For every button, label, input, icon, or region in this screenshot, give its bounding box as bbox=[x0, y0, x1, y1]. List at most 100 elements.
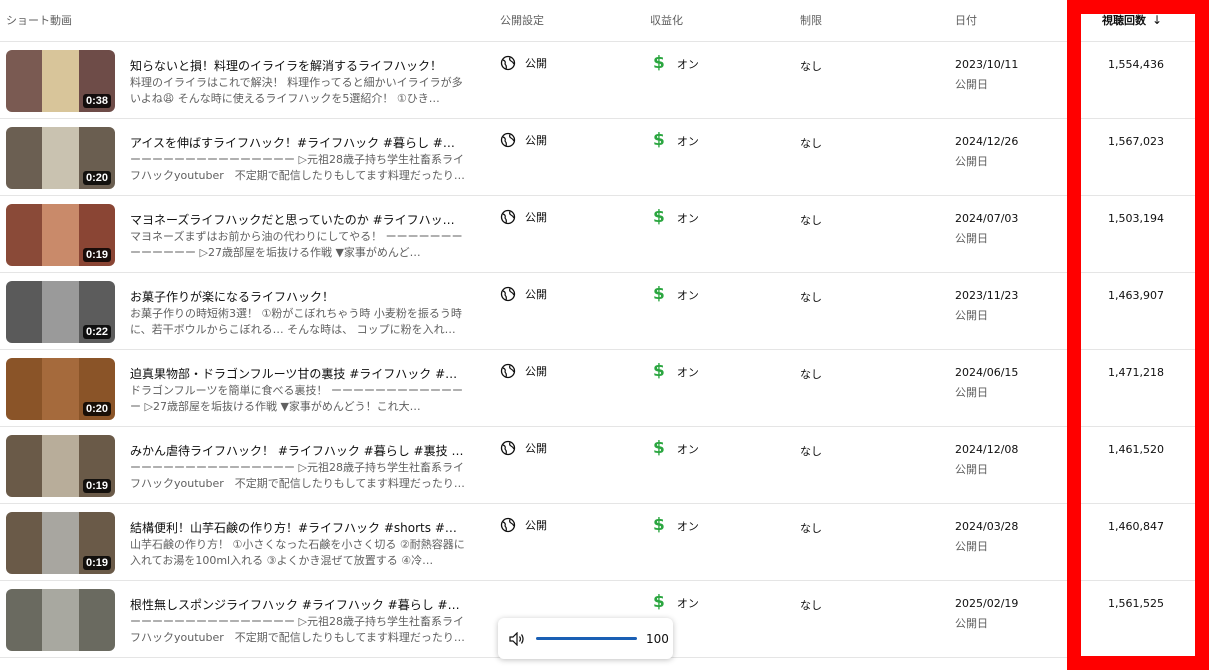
visibility-label: 公開 bbox=[525, 134, 547, 147]
table-row[interactable]: 0:20 アイスを伸ばすライフハック！#ライフハック #暮らし #料… ーーーーーー… bbox=[0, 119, 1209, 196]
volume-slider[interactable] bbox=[536, 637, 637, 640]
date-value: 2024/06/15 bbox=[955, 366, 1019, 379]
table-row[interactable]: 0:22 お菓子作りが楽になるライフハック！ お菓子作りの時短術3選！ ①粉がこぼれ… bbox=[0, 273, 1209, 350]
monetization-cell[interactable]: $ オン bbox=[653, 440, 699, 457]
visibility-cell[interactable]: 公開 bbox=[500, 440, 547, 456]
globe-icon bbox=[500, 55, 516, 71]
video-thumbnail[interactable]: 0:19 bbox=[6, 204, 115, 266]
duration-badge: 0:19 bbox=[82, 248, 111, 262]
thumbnail-right bbox=[79, 589, 115, 651]
date-label: 公開日 bbox=[955, 617, 988, 630]
video-thumbnail[interactable] bbox=[6, 589, 115, 651]
monetization-cell[interactable]: $ オン bbox=[653, 132, 699, 149]
globe-icon bbox=[500, 209, 516, 225]
thumbnail-left bbox=[6, 512, 42, 574]
dollar-icon: $ bbox=[653, 361, 665, 381]
visibility-cell[interactable]: 公開 bbox=[500, 363, 547, 379]
date-label: 公開日 bbox=[955, 309, 988, 322]
restriction-cell: なし bbox=[800, 137, 822, 150]
date-value: 2024/12/26 bbox=[955, 135, 1019, 148]
monetization-label: オン bbox=[676, 134, 699, 148]
video-title[interactable]: アイスを伸ばすライフハック！#ライフハック #暮らし #料… bbox=[130, 134, 465, 151]
globe-icon bbox=[500, 286, 516, 302]
date-value: 2025/02/19 bbox=[955, 597, 1019, 610]
restriction-cell: なし bbox=[800, 60, 822, 73]
speaker-icon[interactable] bbox=[509, 631, 525, 646]
video-title[interactable]: 知らないと損！料理のイライラを解消するライフハック！ bbox=[130, 57, 465, 74]
video-title[interactable]: みかん虐待ライフハック！ #ライフハック #暮らし #裏技 #… bbox=[130, 442, 465, 459]
date-value: 2023/10/11 bbox=[955, 58, 1019, 71]
date-label: 公開日 bbox=[955, 540, 988, 553]
duration-badge: 0:20 bbox=[82, 402, 111, 416]
globe-icon bbox=[500, 517, 516, 533]
date-label: 公開日 bbox=[955, 232, 988, 245]
header-restrictions[interactable]: 制限 bbox=[800, 12, 822, 28]
video-thumbnail[interactable]: 0:19 bbox=[6, 435, 115, 497]
video-description: ーーーーーーーーーーーーーーー ▷元祖28歳子持ち学生社畜系ライフハックyout… bbox=[130, 615, 465, 644]
monetization-cell[interactable]: $ オン bbox=[653, 363, 699, 380]
thumbnail-left bbox=[6, 50, 42, 112]
monetization-cell[interactable]: $ オン bbox=[653, 517, 699, 534]
video-description: 山芋石鹸の作り方！ ①小さくなった石鹸を小さく切る ②耐熱容器に入れてお湯を10… bbox=[130, 538, 465, 567]
views-value: 1,461,520 bbox=[1108, 443, 1164, 456]
restriction-cell: なし bbox=[800, 291, 822, 304]
monetization-cell[interactable]: $ オン bbox=[653, 594, 699, 611]
dollar-icon: $ bbox=[653, 53, 665, 73]
duration-badge: 0:19 bbox=[82, 479, 111, 493]
monetization-label: オン bbox=[676, 211, 699, 225]
header-monetization[interactable]: 収益化 bbox=[650, 12, 683, 28]
video-title[interactable]: 根性無しスポンジライフハック #ライフハック #暮らし #裏… bbox=[130, 596, 465, 613]
globe-icon bbox=[500, 363, 516, 379]
date-value: 2024/07/03 bbox=[955, 212, 1019, 225]
header-views[interactable]: 視聴回数 ↓ bbox=[1102, 12, 1162, 28]
restriction-cell: なし bbox=[800, 599, 822, 612]
thumbnail-left bbox=[6, 127, 42, 189]
visibility-cell[interactable]: 公開 bbox=[500, 209, 547, 225]
header-video[interactable]: ショート動画 bbox=[6, 12, 72, 28]
video-thumbnail[interactable]: 0:38 bbox=[6, 50, 115, 112]
visibility-cell[interactable]: 公開 bbox=[500, 55, 547, 71]
table-row[interactable]: 0:20 迫真果物部・ドラゴンフルーツ甘の裏技 #ライフハック #料… ドラゴンフル… bbox=[0, 350, 1209, 427]
duration-badge: 0:19 bbox=[82, 556, 111, 570]
volume-popup: 100 bbox=[498, 618, 673, 659]
visibility-label: 公開 bbox=[525, 211, 547, 224]
visibility-label: 公開 bbox=[525, 519, 547, 532]
duration-badge: 0:22 bbox=[82, 325, 111, 339]
table-row[interactable]: 0:19 マヨネーズライフハックだと思っていたのか #ライフハック … マヨネーズま… bbox=[0, 196, 1209, 273]
header-visibility[interactable]: 公開設定 bbox=[500, 12, 544, 28]
dollar-icon: $ bbox=[653, 515, 665, 535]
globe-icon bbox=[500, 132, 516, 148]
monetization-cell[interactable]: $ オン bbox=[653, 55, 699, 72]
restriction-cell: なし bbox=[800, 522, 822, 535]
date-value: 2024/12/08 bbox=[955, 443, 1019, 456]
video-title[interactable]: 迫真果物部・ドラゴンフルーツ甘の裏技 #ライフハック #料… bbox=[130, 365, 465, 382]
visibility-cell[interactable]: 公開 bbox=[500, 132, 547, 148]
thumbnail-center bbox=[42, 127, 79, 189]
restriction-cell: なし bbox=[800, 214, 822, 227]
globe-icon bbox=[500, 440, 516, 456]
video-thumbnail[interactable]: 0:19 bbox=[6, 512, 115, 574]
video-title[interactable]: 結構便利！山芋石鹸の作り方！#ライフハック #shorts #石… bbox=[130, 519, 465, 536]
monetization-cell[interactable]: $ オン bbox=[653, 286, 699, 303]
table-row[interactable]: 0:19 結構便利！山芋石鹸の作り方！#ライフハック #shorts #石… 山芋石… bbox=[0, 504, 1209, 581]
views-value: 1,471,218 bbox=[1108, 366, 1164, 379]
video-thumbnail[interactable]: 0:20 bbox=[6, 358, 115, 420]
thumbnail-center bbox=[42, 281, 79, 343]
visibility-cell[interactable]: 公開 bbox=[500, 286, 547, 302]
video-thumbnail[interactable]: 0:20 bbox=[6, 127, 115, 189]
video-title[interactable]: お菓子作りが楽になるライフハック！ bbox=[130, 288, 465, 305]
thumbnail-center bbox=[42, 50, 79, 112]
table-row[interactable]: 0:19 みかん虐待ライフハック！ #ライフハック #暮らし #裏技 #… ーーーー… bbox=[0, 427, 1209, 504]
arrow-down-icon[interactable]: ↓ bbox=[1152, 13, 1162, 27]
header-date[interactable]: 日付 bbox=[955, 12, 977, 28]
monetization-cell[interactable]: $ オン bbox=[653, 209, 699, 226]
duration-badge: 0:38 bbox=[82, 94, 111, 108]
visibility-label: 公開 bbox=[525, 57, 547, 70]
table-row[interactable]: 0:38 知らないと損！料理のイライラを解消するライフハック！ 料理のイライラはこれ… bbox=[0, 42, 1209, 119]
video-description: ーーーーーーーーーーーーーーー ▷元祖28歳子持ち学生社畜系ライフハックyout… bbox=[130, 153, 465, 182]
visibility-cell[interactable]: 公開 bbox=[500, 517, 547, 533]
monetization-label: オン bbox=[676, 519, 699, 533]
thumbnail-left bbox=[6, 281, 42, 343]
video-thumbnail[interactable]: 0:22 bbox=[6, 281, 115, 343]
video-title[interactable]: マヨネーズライフハックだと思っていたのか #ライフハック … bbox=[130, 211, 465, 228]
